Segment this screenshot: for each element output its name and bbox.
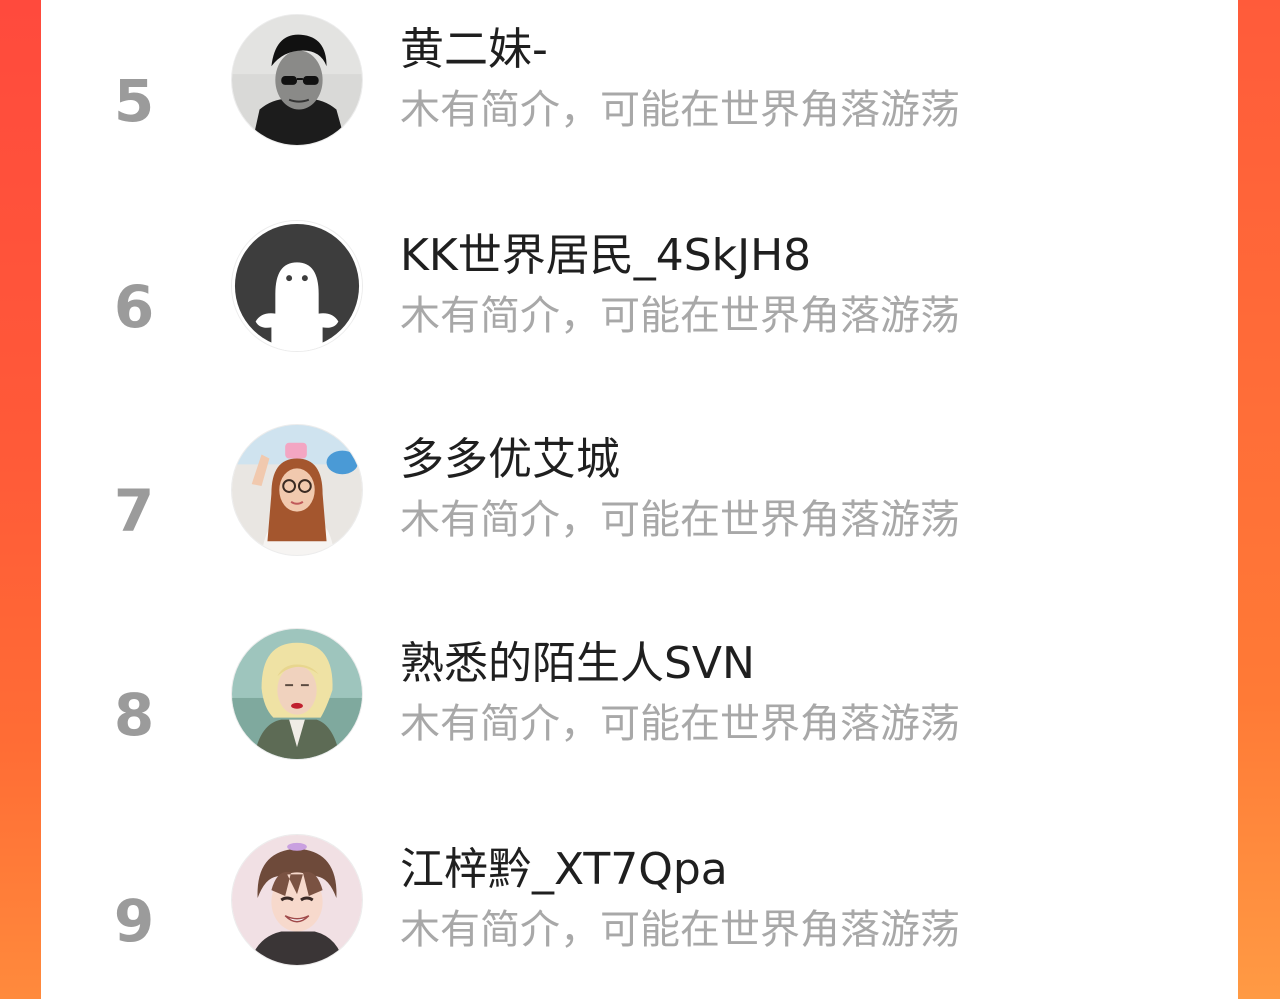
user-intro: 木有简介，可能在世界角落游荡	[400, 907, 960, 953]
user-avatar[interactable]	[231, 14, 363, 146]
user-name[interactable]: 黄二妹-	[400, 28, 548, 72]
user-intro: 木有简介，可能在世界角落游荡	[400, 87, 960, 133]
avatar-default-silhouette-icon	[232, 221, 362, 351]
ranking-list-item[interactable]: 9 江梓黔_XT7Qpa 木有简介，可能在世界角落游荡	[41, 834, 1238, 984]
ranking-list-item[interactable]: 6 KK世界居民_4SkJH8 木有简介，可能在世界角落游荡	[41, 220, 1238, 370]
user-avatar[interactable]	[231, 628, 363, 760]
avatar-photo-blonde-woman-icon	[232, 629, 362, 759]
ranking-list-item[interactable]: 8 熟悉的陌生人SVN 木有简介，可能在世界角落游荡	[41, 628, 1238, 778]
avatar-anime-boy-icon	[232, 835, 362, 965]
ranking-list-panel: 5 黄二妹- 木有简介，可能在世界角落游荡 6 KK世界居民_4SkJH8 木有…	[41, 0, 1238, 999]
user-name[interactable]: 熟悉的陌生人SVN	[400, 642, 755, 686]
user-avatar[interactable]	[231, 424, 363, 556]
ranking-list-item[interactable]: 5 黄二妹- 木有简介，可能在世界角落游荡	[41, 14, 1238, 164]
user-intro: 木有简介，可能在世界角落游荡	[400, 701, 960, 747]
rank-number: 6	[113, 273, 155, 341]
user-avatar[interactable]	[231, 834, 363, 966]
rank-number: 9	[113, 887, 155, 955]
user-name[interactable]: KK世界居民_4SkJH8	[400, 234, 811, 278]
user-avatar[interactable]	[231, 220, 363, 352]
rank-number: 8	[113, 681, 155, 749]
user-name[interactable]: 多多优艾城	[400, 438, 620, 482]
avatar-photo-man-sunglasses-icon	[232, 15, 362, 145]
rank-number: 5	[113, 67, 155, 135]
ranking-list-item[interactable]: 7 多多优艾城 木有简介，可能在世界角落游荡	[41, 424, 1238, 574]
rank-number: 7	[113, 477, 155, 545]
user-intro: 木有简介，可能在世界角落游荡	[400, 497, 960, 543]
user-intro: 木有简介，可能在世界角落游荡	[400, 293, 960, 339]
avatar-photo-girl-glasses-icon	[232, 425, 362, 555]
user-name[interactable]: 江梓黔_XT7Qpa	[400, 848, 728, 892]
page-background-right	[1238, 0, 1280, 999]
